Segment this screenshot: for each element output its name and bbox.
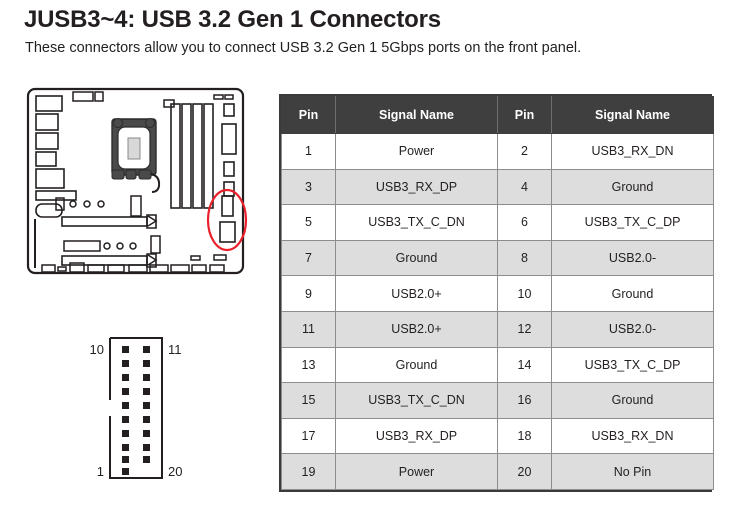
pin-cell: 19 [281,453,336,490]
table-row: 17 USB3_RX_DP 18 USB3_RX_DN [281,417,714,455]
signal-cell: No Pin [551,453,714,490]
page-title: JUSB3~4: USB 3.2 Gen 1 Connectors [24,6,441,33]
connector-pinout-diagram: 10 11 1 20 [86,332,218,484]
pin-cell: 20 [497,453,552,490]
pin-cell: 13 [281,346,336,384]
table-body: 1 Power 2 USB3_RX_DN 3 USB3_RX_DP 4 Ground 5 USB3… [281,133,714,490]
pin-label-top-right: 11 [168,342,182,357]
page-subtitle: These connectors allow you to connect US… [25,40,582,56]
signal-cell: USB2.0- [551,310,714,348]
pin-cell: 9 [281,275,336,312]
pin-cell: 6 [497,204,552,241]
signal-cell: USB3_TX_C_DP [551,346,714,384]
pin-cell: 4 [497,168,552,206]
signal-cell: USB3_TX_C_DN [335,382,498,419]
table-row: 5 USB3_TX_C_DN 6 USB3_TX_C_DP [281,204,714,241]
signal-cell: Ground [551,382,714,419]
table-row: 3 USB3_RX_DP 4 Ground [281,168,714,206]
pin-cell: 5 [281,204,336,241]
signal-cell: USB3_RX_DP [335,168,498,206]
pin-cell: 7 [281,239,336,277]
column-header-signal-a: Signal Name [335,96,498,134]
pin-cell: 15 [281,382,336,419]
table-row: 15 USB3_TX_C_DN 16 Ground [281,382,714,419]
column-header-signal-b: Signal Name [551,96,714,134]
signal-cell: USB3_RX_DN [551,417,714,455]
table-row: 19 Power 20 No Pin [281,453,714,490]
signal-cell: USB3_TX_C_DP [551,204,714,241]
pin-cell: 2 [497,133,552,170]
pin-label-bottom-left: 1 [97,464,104,479]
table-row: 13 Ground 14 USB3_TX_C_DP [281,346,714,384]
signal-cell: USB2.0+ [335,310,498,348]
pin-cell: 14 [497,346,552,384]
pin-cell: 1 [281,133,336,170]
pin-label-top-left: 10 [90,342,104,357]
signal-cell: Ground [335,346,498,384]
connector-pins [122,346,150,475]
signal-cell: Ground [551,168,714,206]
pin-cell: 16 [497,382,552,419]
table-row: 7 Ground 8 USB2.0- [281,239,714,277]
signal-cell: USB3_RX_DN [551,133,714,170]
signal-cell: USB2.0- [551,239,714,277]
signal-cell: USB3_TX_C_DN [335,204,498,241]
pin-cell: 12 [497,310,552,348]
signal-cell: Ground [551,275,714,312]
pin-assignment-table: Pin Signal Name Pin Signal Name 1 Power 2 U… [279,94,714,492]
signal-cell: USB2.0+ [335,275,498,312]
pin-cell: 18 [497,417,552,455]
table-row: 11 USB2.0+ 12 USB2.0- [281,310,714,348]
signal-cell: Power [335,453,498,490]
pin-cell: 3 [281,168,336,206]
table-header-row: Pin Signal Name Pin Signal Name [281,96,714,134]
pin-cell: 11 [281,310,336,348]
table-row: 1 Power 2 USB3_RX_DN [281,133,714,170]
pin-cell: 8 [497,239,552,277]
signal-cell: Power [335,133,498,170]
column-header-pin-a: Pin [281,96,336,134]
pin-label-bottom-right: 20 [168,464,182,479]
pin-cell: 17 [281,417,336,455]
table-row: 9 USB2.0+ 10 Ground [281,275,714,312]
motherboard-diagram [26,86,252,283]
signal-cell: USB3_RX_DP [335,417,498,455]
pin-cell: 10 [497,275,552,312]
connector-housing [109,337,163,479]
signal-cell: Ground [335,239,498,277]
column-header-pin-b: Pin [497,96,552,134]
